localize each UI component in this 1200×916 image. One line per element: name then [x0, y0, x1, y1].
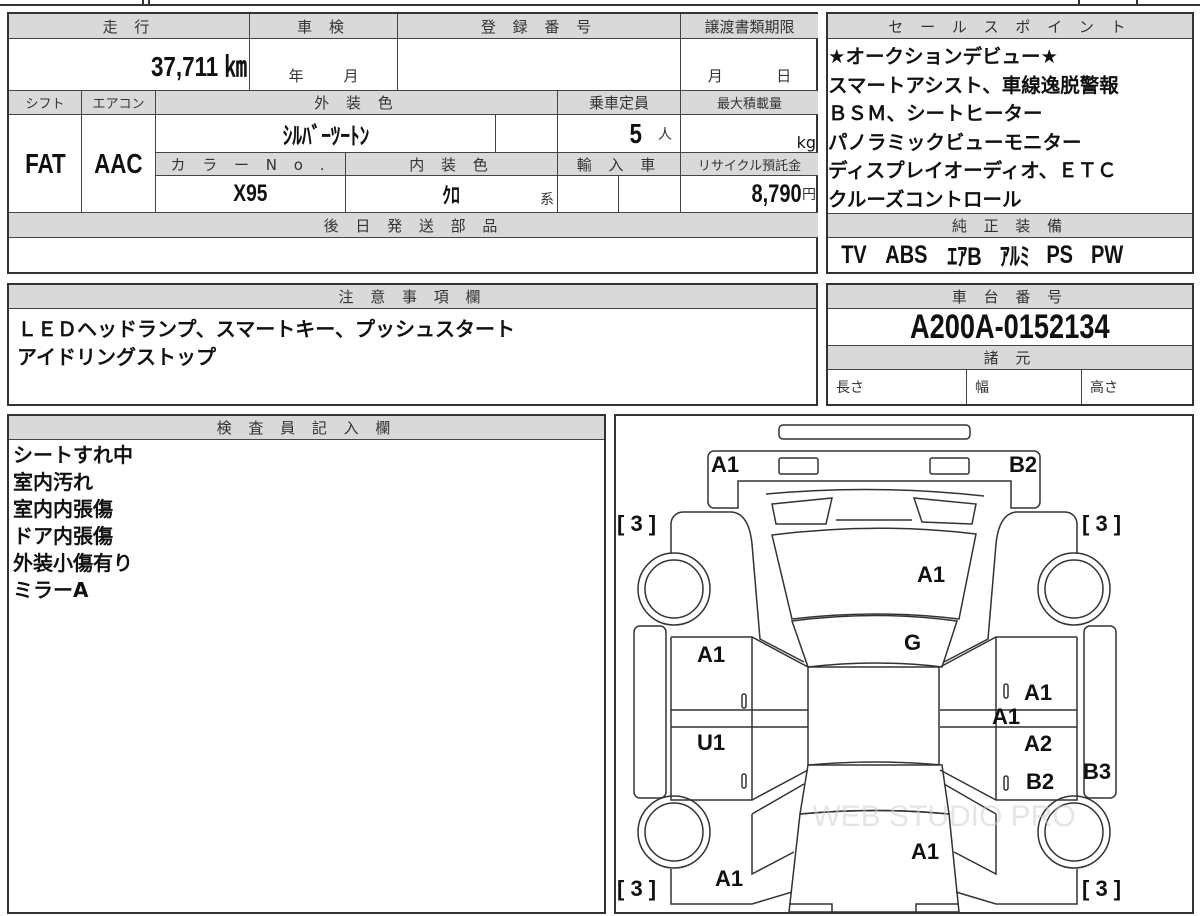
inspector-text: シートすれ中 室内汚れ 室内内張傷 ドア内張傷 外装小傷有り ミラーA — [13, 443, 133, 602]
later-parts-value — [9, 238, 818, 272]
inspection-year: 年 — [288, 67, 304, 85]
damage-diagram: A1 B2[ 3 ][ 3 ] A1 G A1 A1 A1 U1 A2 B2 B3 A1 A1[ 3 ]… — [614, 414, 1194, 914]
color-no-value: X95 — [233, 180, 268, 207]
interior-suffix: 系 — [540, 192, 554, 208]
equipment-list: TV ABS ｴｱB ｱﾙﾐ PS PW — [841, 238, 1123, 272]
damage-mark: [ 3 ] — [1082, 511, 1121, 536]
later-parts-header: 後 日 発 送 部 品 — [9, 213, 818, 238]
max-load-unit: kg — [796, 133, 816, 152]
damage-mark: [ 3 ] — [617, 511, 656, 536]
equipment-header: 純 正 装 備 — [828, 213, 1192, 238]
notes-header: 注 意 事 項 欄 — [9, 285, 816, 309]
sales-points-panel: セ ー ル ス ポ イ ン ト ★オークションデビュー★ スマートアシスト、車線… — [826, 12, 1194, 274]
damage-mark: A1 — [715, 866, 743, 891]
inspector-panel: 検 査 員 記 入 欄 シートすれ中 室内汚れ 室内内張傷 ドア内張傷 外装小傷… — [7, 414, 606, 914]
damage-mark: U1 — [697, 730, 725, 755]
spec-height: 高さ — [1090, 380, 1118, 396]
mileage-header: 走 行 — [9, 14, 250, 39]
inspection-header: 車 検 — [250, 14, 398, 39]
shift-header: シフト — [9, 91, 82, 115]
recycle-value: 8,790 — [751, 179, 802, 208]
spec-header: 諸 元 — [828, 346, 1192, 370]
color-no-header: カ ラ ー N o . — [156, 153, 346, 176]
damage-mark: B3 — [1083, 759, 1111, 784]
damage-mark: B2 — [1009, 452, 1037, 477]
interior-color-value: ｸﾛ — [442, 183, 461, 208]
capacity-header: 乗車定員 — [558, 91, 681, 115]
equipment-item: ｴｱB — [947, 243, 982, 271]
equipment-item: PS — [1046, 240, 1074, 269]
equipment-item: TV — [841, 240, 867, 269]
max-load-header: 最大積載量 — [681, 91, 818, 115]
exterior-color-value: ｼﾙﾊﾞｰﾂｰﾄﾝ — [282, 123, 369, 150]
damage-mark: G — [904, 630, 921, 655]
watermark: WEB STUDIO PRO — [812, 800, 1075, 833]
registration-header: 登 録 番 号 — [398, 14, 681, 39]
interior-color-header: 内 装 色 — [346, 153, 558, 176]
chassis-panel: 車 台 番 号 A200A-0152134 諸 元 長さ 幅 高さ — [826, 283, 1194, 406]
equipment-item: ABS — [885, 240, 928, 269]
damage-mark: A1 — [992, 704, 1020, 729]
spec-width: 幅 — [967, 370, 1082, 404]
car-outline: A1 B2[ 3 ][ 3 ]A1GA1A1A1U1 A2B2 B3A1A1[ 3 ]… — [617, 424, 1121, 913]
damage-mark: A1 — [1024, 680, 1052, 705]
inspector-header: 検 査 員 記 入 欄 — [9, 416, 604, 440]
top-strip — [0, 0, 1200, 6]
capacity-unit: 人 — [658, 126, 672, 143]
aircon-header: エアコン — [82, 91, 156, 115]
damage-mark: [ 3 ] — [617, 876, 656, 901]
equipment-item: ｱﾙﾐ — [999, 243, 1030, 271]
damage-mark: A1 — [917, 562, 945, 587]
transfer-header: 譲渡書類期限 — [681, 14, 818, 39]
vehicle-info-table: 走 行 車 検 登 録 番 号 譲渡書類期限 37,711 ㎞ 年 月 月 日 シフ… — [7, 12, 818, 274]
exterior-color-header: 外 装 色 — [156, 91, 558, 115]
recycle-header: リサイクル預託金 — [681, 153, 818, 176]
sales-points-text: ★オークションデビュー★ スマートアシスト、車線逸脱警報 ＢＳＭ、シートヒーター… — [828, 45, 1119, 211]
registration-value — [398, 39, 681, 91]
sales-points-header: セ ー ル ス ポ イ ン ト — [828, 14, 1192, 39]
recycle-unit: 円 — [802, 187, 816, 203]
transfer-month: 月 — [707, 67, 723, 85]
import-header: 輸 入 車 — [558, 153, 681, 176]
mileage-value: 37,711 ㎞ — [151, 50, 247, 82]
spec-length: 長さ — [828, 370, 967, 404]
damage-mark: A1 — [711, 452, 739, 477]
inspection-month: 月 — [343, 67, 359, 85]
notes-text: ＬＥＤヘッドランプ、スマートキー、プッシュスタート アイドリングストップ — [17, 317, 515, 369]
damage-mark: B2 — [1026, 769, 1054, 794]
notes-panel: 注 意 事 項 欄 ＬＥＤヘッドランプ、スマートキー、プッシュスタート アイドリ… — [7, 283, 818, 406]
damage-mark: A1 — [697, 642, 725, 667]
shift-value: FAT — [24, 147, 66, 179]
aircon-value: AAC — [94, 147, 143, 179]
equipment-item: PW — [1090, 240, 1123, 269]
chassis-number: A200A-0152134 — [910, 307, 1110, 346]
damage-mark: [ 3 ] — [1082, 876, 1121, 901]
transfer-day: 日 — [776, 67, 792, 85]
capacity-value: 5 — [629, 117, 643, 149]
chassis-header: 車 台 番 号 — [828, 285, 1192, 309]
damage-mark: A2 — [1024, 731, 1052, 756]
damage-mark: A1 — [911, 839, 939, 864]
